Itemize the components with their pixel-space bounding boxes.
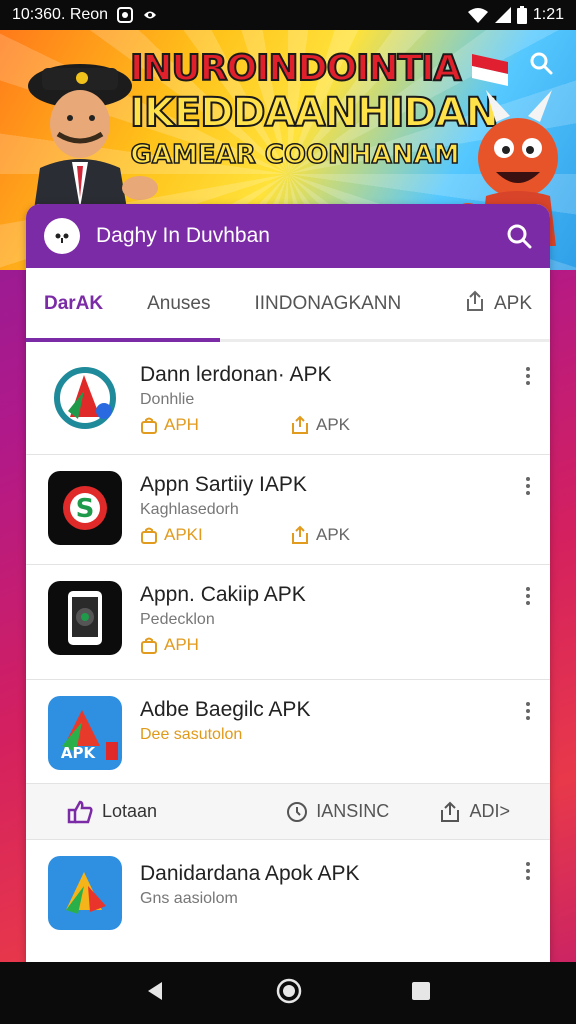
back-icon[interactable] xyxy=(144,979,168,1008)
banner-search-icon[interactable] xyxy=(526,48,556,78)
wifi-icon xyxy=(467,7,489,23)
banner-line-3: GAMEAR COONHANAM xyxy=(130,139,460,170)
profile-avatar[interactable] xyxy=(44,218,80,254)
header-search-icon[interactable] xyxy=(506,223,532,249)
tab-indonagkann[interactable]: IINDONAGKANN xyxy=(255,293,402,315)
status-time: 10:360. Reon xyxy=(12,6,109,23)
battery-icon xyxy=(516,6,527,24)
apk-share-button[interactable]: APK xyxy=(290,415,440,435)
action-label: APH xyxy=(164,415,199,434)
category-label: ADI> xyxy=(469,801,510,821)
share-icon xyxy=(292,525,308,544)
app-title: Danidardana Apok APK xyxy=(140,862,360,885)
category-label: Lotaan xyxy=(102,801,158,821)
app-list-card: Daghy In Duvhban DarAK Anuses IINDONAGKA… xyxy=(26,204,550,964)
lock-icon xyxy=(141,527,157,544)
category-adi[interactable]: ADI> xyxy=(439,801,510,823)
app-title: Appn. Cakiip APK xyxy=(140,583,306,606)
signal-icon xyxy=(494,7,511,23)
app-subtitle: Dee sasutolon xyxy=(140,726,243,743)
banner-title: INUROINDOINTIA IKEDDAANHIDAN GAMEAR COON… xyxy=(129,48,500,170)
list-item[interactable]: APK Adbe Baegilc APK Dee sasutolon xyxy=(26,680,550,784)
action-label: APKI xyxy=(164,525,203,544)
banner-line-1: INUROINDOINTIA xyxy=(129,48,462,89)
action-label: APK xyxy=(316,525,351,544)
category-lotaan[interactable]: Lotaan xyxy=(66,800,286,824)
lock-icon xyxy=(141,417,157,434)
status-bar: 10:360. Reon 1:21 xyxy=(0,0,576,30)
list-item[interactable]: S Appn Sartiiy IAPK Kaghlasedorh APKI AP… xyxy=(26,455,550,565)
recents-icon[interactable] xyxy=(410,980,432,1007)
list-item[interactable]: Danidardana Apok APK Gns aasiolom xyxy=(26,840,550,964)
app-icon-4: APK xyxy=(48,696,122,770)
tab-anuses[interactable]: Anuses xyxy=(147,293,210,315)
category-iansinc[interactable]: IANSINC xyxy=(286,801,439,823)
more-options-icon[interactable] xyxy=(526,862,530,880)
more-options-icon[interactable] xyxy=(526,367,530,385)
status-clock: 1:21 xyxy=(532,6,564,23)
share-icon xyxy=(292,415,308,434)
app-subtitle: Pedecklon xyxy=(140,611,215,628)
apk-download-button[interactable]: APH xyxy=(140,635,290,655)
action-label: APH xyxy=(164,635,199,654)
thumbs-up-icon xyxy=(67,800,93,823)
action-label: APK xyxy=(316,415,351,434)
svg-text:S: S xyxy=(76,494,95,524)
app-subtitle: Kaghlasedorh xyxy=(140,501,239,518)
app-title: Appn Sartiiy IAPK xyxy=(140,473,307,496)
app-icon-5 xyxy=(48,856,122,930)
tab-apk[interactable]: APK xyxy=(464,290,532,318)
header-title: Daghy In Duvhban xyxy=(96,224,270,247)
svg-text:APK: APK xyxy=(61,744,97,762)
apk-share-button[interactable]: APK xyxy=(290,525,440,545)
list-item[interactable]: Appn. Cakiip APK Pedecklon APH xyxy=(26,565,550,680)
lock-icon xyxy=(141,637,157,654)
share-icon xyxy=(464,290,486,318)
app-icon-1 xyxy=(48,361,122,435)
list-item[interactable]: Dann lerdonan· APK Donhlie APH APK xyxy=(26,345,550,455)
category-strip: Lotaan IANSINC ADI> xyxy=(26,784,550,840)
apk-download-button[interactable]: APH xyxy=(140,415,290,435)
banner-line-2: IKEDDAANHIDAN xyxy=(129,89,500,136)
apk-download-button[interactable]: APKI xyxy=(140,525,290,545)
whatsapp-icon xyxy=(116,6,134,24)
clock-icon xyxy=(287,801,308,822)
home-icon[interactable] xyxy=(275,977,303,1010)
app-title: Adbe Baegilc APK xyxy=(140,698,311,721)
tab-apk-label: APK xyxy=(493,292,532,314)
cast-icon xyxy=(142,8,158,22)
app-subtitle: Donhlie xyxy=(140,391,195,408)
active-tab-indicator xyxy=(26,338,220,342)
app-title: Dann lerdonan· APK xyxy=(140,363,332,386)
tab-dark[interactable]: DarAK xyxy=(44,293,103,315)
category-label: IANSINC xyxy=(316,801,390,821)
system-nav-bar xyxy=(0,962,576,1024)
more-options-icon[interactable] xyxy=(526,477,530,495)
tab-bar: DarAK Anuses IINDONAGKANN APK xyxy=(26,268,550,342)
more-options-icon[interactable] xyxy=(526,702,530,720)
card-header: Daghy In Duvhban xyxy=(26,204,550,268)
more-options-icon[interactable] xyxy=(526,587,530,605)
app-icon-3 xyxy=(48,581,122,655)
share-icon xyxy=(441,801,460,822)
app-icon-2: S xyxy=(48,471,122,545)
app-subtitle: Gns aasiolom xyxy=(140,890,238,907)
